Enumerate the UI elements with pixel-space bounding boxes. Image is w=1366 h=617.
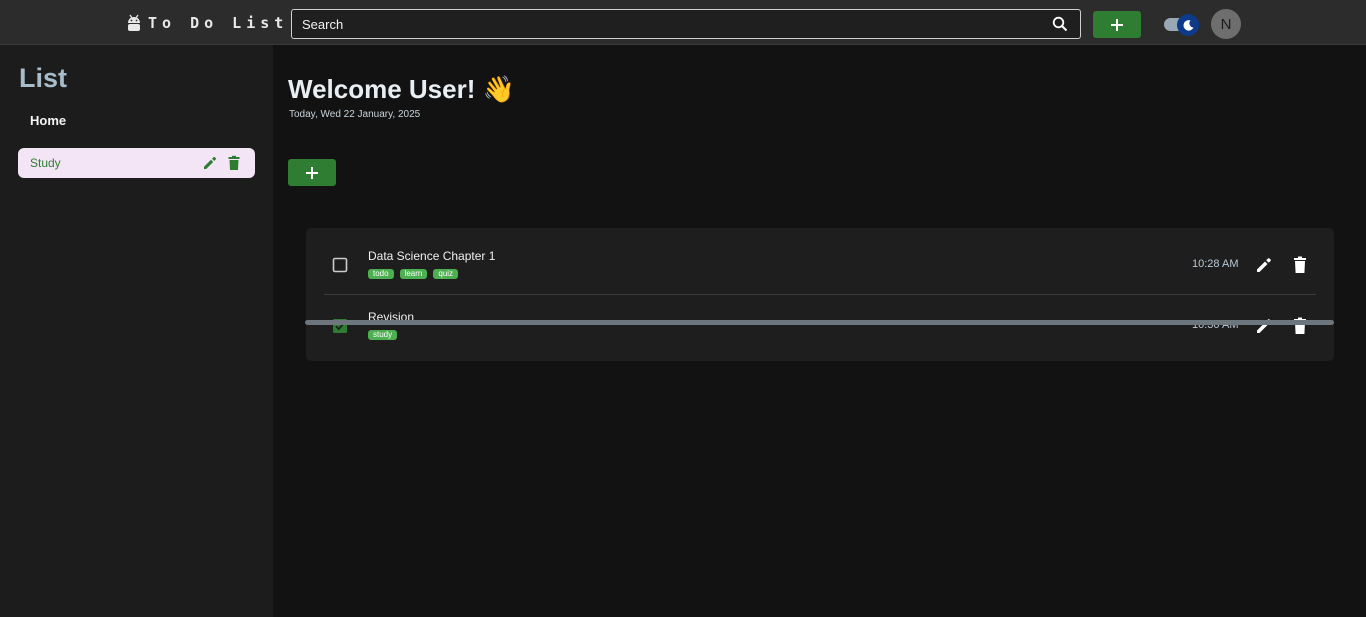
trash-icon[interactable] (1291, 316, 1309, 336)
moon-icon (1183, 19, 1193, 31)
theme-toggle[interactable] (1163, 13, 1201, 36)
add-task-button[interactable] (1093, 11, 1141, 38)
completed-strikethrough (305, 320, 1334, 325)
task-time: 10:28 AM (1192, 258, 1239, 270)
plus-icon (306, 166, 318, 179)
trash-icon[interactable] (226, 155, 242, 171)
top-bar: To Do List N (0, 0, 1366, 45)
sidebar: List Home Study (0, 45, 273, 617)
divider (324, 294, 1316, 295)
tag: study (368, 330, 398, 340)
edit-icon[interactable] (1254, 255, 1274, 275)
search-input[interactable] (292, 10, 1080, 38)
search-icon[interactable] (1052, 16, 1068, 32)
avatar[interactable]: N (1211, 9, 1241, 39)
tag: todo (368, 269, 394, 279)
edit-icon[interactable] (1254, 316, 1274, 336)
task-item[interactable]: Data Science Chapter 1 todo learn quiz 1… (306, 236, 1334, 296)
add-task-button-main[interactable] (288, 159, 336, 186)
today-date: Today, Wed 22 January, 2025 (289, 109, 421, 120)
sidebar-item-label: Study (30, 156, 61, 170)
task-list: Data Science Chapter 1 todo learn quiz 1… (306, 228, 1334, 361)
toggle-thumb (1177, 14, 1199, 36)
sidebar-item-study[interactable]: Study (18, 148, 255, 178)
brand-title: To Do List (148, 14, 289, 32)
tag-list: study (368, 330, 398, 340)
sidebar-item-home[interactable]: Home (30, 113, 66, 128)
trash-icon[interactable] (1291, 255, 1309, 275)
task-title: Data Science Chapter 1 (368, 249, 496, 263)
page-title: Welcome User! 👋 (288, 74, 515, 104)
task-item[interactable]: Revision study 10:30 AM (306, 297, 1334, 357)
edit-icon[interactable] (202, 155, 218, 171)
sidebar-title: List (19, 63, 68, 93)
tag: quiz (433, 269, 459, 279)
plus-icon (1111, 18, 1123, 31)
android-icon (128, 14, 140, 31)
checkbox[interactable] (332, 257, 348, 273)
tag-list: todo learn quiz (368, 269, 459, 279)
brand[interactable]: To Do List (127, 13, 288, 33)
tag: learn (399, 269, 428, 279)
search-box[interactable] (291, 9, 1081, 39)
